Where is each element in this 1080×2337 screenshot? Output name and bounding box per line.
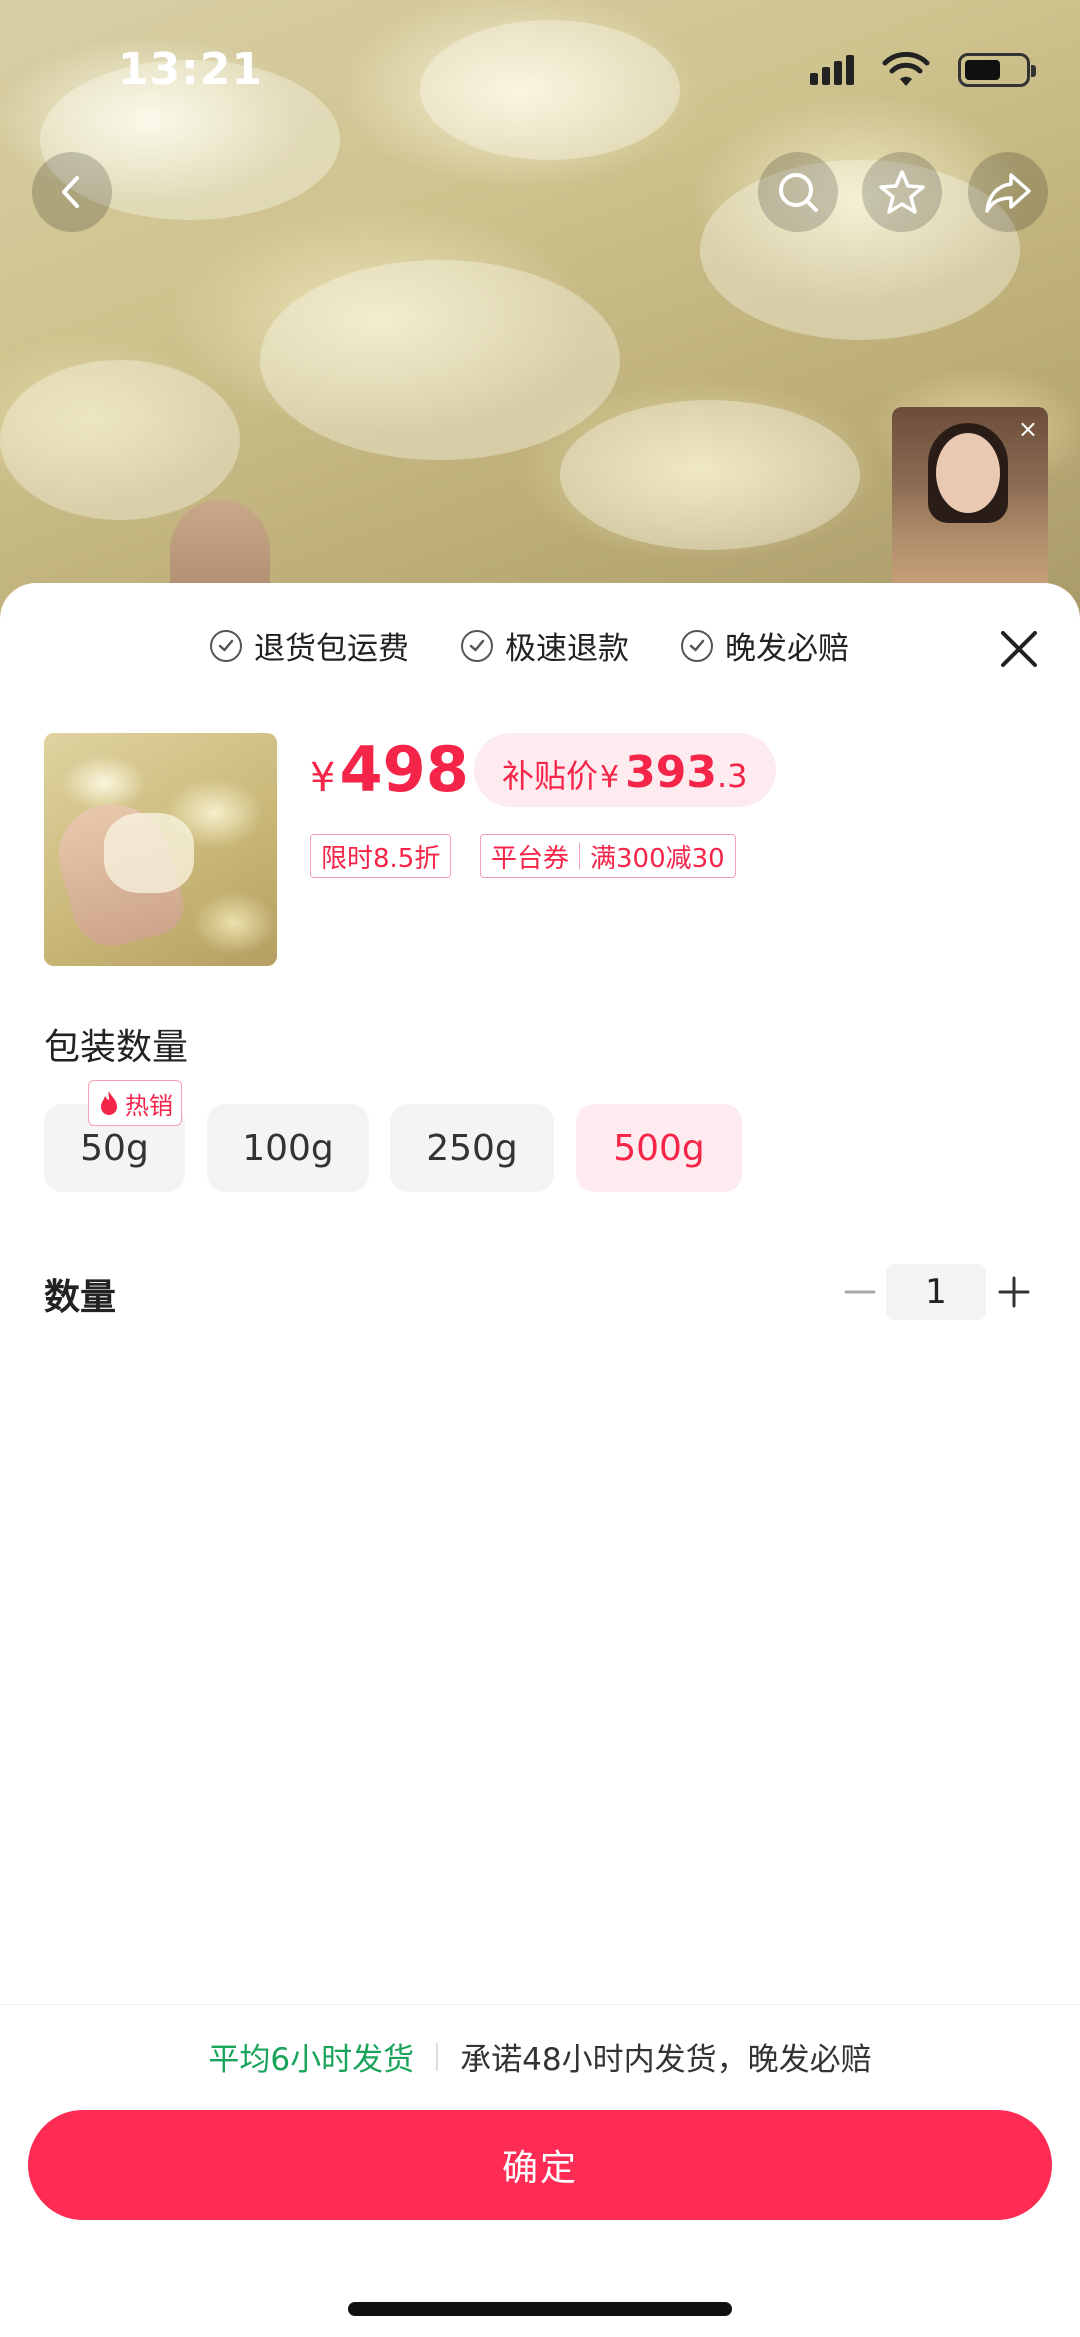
chevron-left-icon: [62, 176, 79, 208]
favorite-button[interactable]: [862, 152, 942, 232]
status-icons: [810, 52, 1036, 88]
back-button[interactable]: [32, 152, 112, 232]
share-button[interactable]: [968, 152, 1048, 232]
guarantee-item: 晚发必赔: [681, 623, 849, 668]
check-circle-icon: [210, 629, 242, 662]
share-icon: [985, 173, 1031, 213]
home-indicator: [348, 2302, 732, 2316]
subsidy-price-integer: 393: [625, 747, 717, 798]
guarantee-list: 退货包运费 极速退款 晚发必赔: [210, 623, 849, 668]
price: ¥ 498: [310, 733, 469, 806]
signal-icon: [810, 55, 854, 85]
status-time: 13:21: [118, 44, 264, 95]
star-icon: [879, 170, 925, 214]
guarantee-item: 退货包运费: [210, 623, 409, 668]
product-thumbnail[interactable]: [44, 733, 277, 966]
search-button[interactable]: [758, 152, 838, 232]
bottom-divider: [0, 2004, 1080, 2005]
hot-sale-badge: 热销: [88, 1080, 182, 1126]
package-option-500g[interactable]: 500g: [576, 1104, 742, 1192]
quantity-value[interactable]: 1: [886, 1264, 986, 1320]
quantity-increase-button[interactable]: [994, 1272, 1034, 1312]
coupon-tag: 平台券 满300减30: [480, 834, 736, 878]
quantity-decrease-button[interactable]: [840, 1272, 880, 1312]
wifi-icon: [882, 52, 930, 86]
package-option-100g[interactable]: 100g: [207, 1104, 369, 1192]
guarantee-label: 退货包运费: [254, 631, 409, 667]
shipping-average: 平均6小时发货: [208, 2042, 415, 2078]
shipping-promise: 承诺48小时内发货，晚发必赔: [460, 2042, 872, 2078]
check-circle-icon: [461, 629, 493, 662]
subsidy-price-decimal: .3: [716, 757, 748, 795]
hot-badge-label: 热销: [125, 1091, 173, 1120]
close-sheet-button[interactable]: [993, 623, 1045, 675]
confirm-button[interactable]: 确定: [28, 2110, 1052, 2220]
discount-tag: 限时8.5折: [310, 834, 452, 878]
close-icon[interactable]: ×: [1018, 415, 1038, 443]
guarantee-item: 极速退款: [461, 623, 629, 668]
price-value: 498: [339, 733, 469, 806]
battery-icon: [958, 53, 1036, 87]
search-icon: [779, 173, 818, 212]
package-section-title: 包装数量: [44, 1027, 189, 1068]
live-video-thumbnail[interactable]: ×: [892, 407, 1048, 593]
subsidy-label: 补贴价: [502, 757, 599, 795]
price-currency: ¥: [310, 755, 336, 801]
shipping-info: 平均6小时发货 承诺48小时内发货，晚发必赔: [0, 2034, 1080, 2079]
guarantee-label: 极速退款: [505, 631, 629, 667]
flame-icon: [101, 1091, 117, 1115]
coupon-tag-label: 平台券: [491, 843, 570, 874]
coupon-tag-value: 满300减30: [590, 843, 725, 874]
subsidy-currency: ¥: [600, 760, 620, 795]
check-circle-icon: [681, 629, 713, 662]
quantity-label: 数量: [44, 1277, 117, 1318]
discount-tag-label: 限时8.5折: [321, 843, 441, 874]
subsidy-price-badge: 补贴价 ¥ 393 .3: [474, 733, 776, 807]
guarantee-label: 晚发必赔: [725, 631, 849, 667]
package-option-250g[interactable]: 250g: [390, 1104, 554, 1192]
